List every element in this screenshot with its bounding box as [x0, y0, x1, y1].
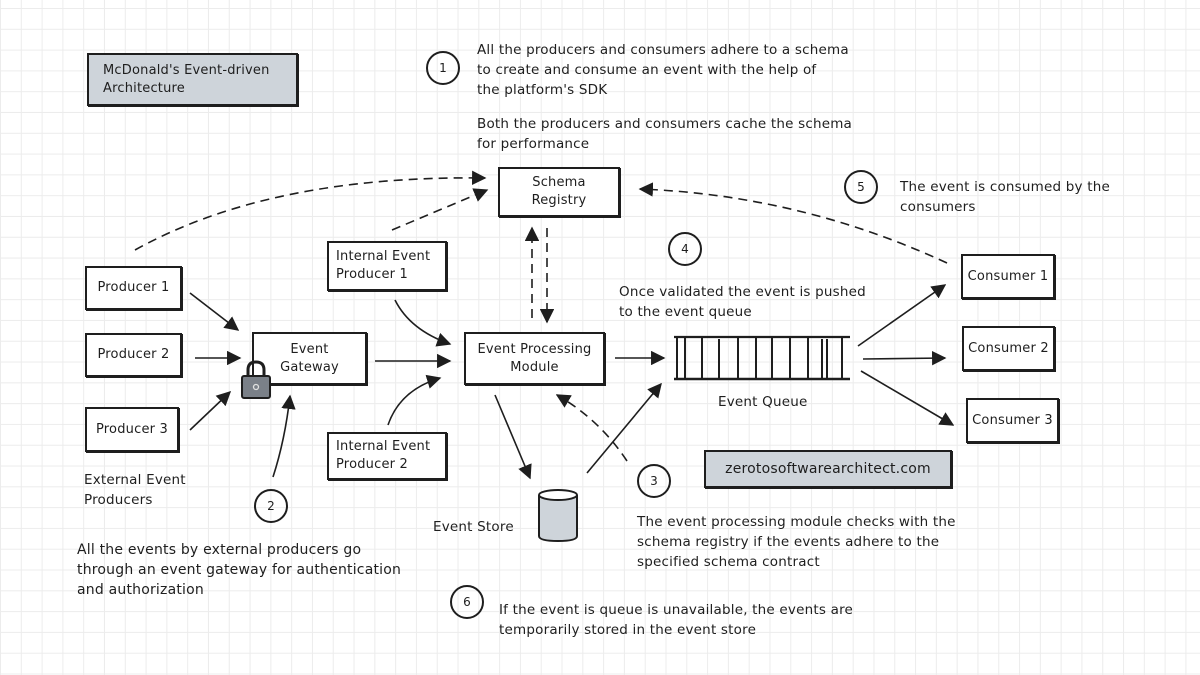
internal-producer-2-label: Internal Event Producer 2 — [336, 439, 431, 472]
consumer-1-label: Consumer 1 — [967, 268, 1049, 284]
schema-registry-label: Schema Registry — [531, 175, 587, 208]
event-gateway-label: Event Gateway — [280, 341, 339, 375]
title-text: McDonald's Event-driven Architecture — [103, 62, 270, 96]
step-4-text: Once validated the event is pushed to th… — [619, 284, 866, 320]
step-6-number: 6 — [463, 595, 471, 609]
producer-3-node[interactable]: Producer 3 — [85, 407, 179, 452]
arrow-producer1-to-gateway — [189, 292, 240, 331]
arrow-processing-to-store — [494, 394, 532, 480]
event-processing-module-label: Event Processing Module — [477, 341, 592, 375]
consumer-3-node[interactable]: Consumer 3 — [966, 398, 1059, 443]
consumer-1-node[interactable]: Consumer 1 — [961, 254, 1055, 299]
arrow-store-to-queue — [586, 382, 662, 474]
consumer-2-node[interactable]: Consumer 2 — [962, 326, 1055, 371]
step-6-badge: 6 — [450, 585, 484, 619]
producer-2-label: Producer 2 — [97, 347, 170, 362]
step-3-text: The event processing module checks with … — [637, 514, 956, 570]
schema-registry-node[interactable]: Schema Registry — [498, 167, 620, 217]
step-2-text: All the events by external producers go … — [77, 542, 402, 598]
step-3-number: 3 — [650, 474, 658, 488]
producer-3-label: Producer 3 — [95, 421, 168, 437]
arrow-note2-to-gateway — [272, 394, 296, 478]
step-4-badge: 4 — [668, 232, 702, 266]
producer-1-label: Producer 1 — [97, 280, 170, 295]
step-5-text: The event is consumed by the consumers — [900, 179, 1110, 215]
arrow-internal2-to-processing — [387, 374, 442, 426]
padlock-icon — [241, 360, 271, 399]
arrow-note3-to-processing — [555, 394, 628, 462]
producer-1-node[interactable]: Producer 1 — [85, 266, 182, 310]
arrow-queue-to-consumer3 — [860, 370, 955, 426]
internal-producer-1-label: Internal Event Producer 1 — [336, 249, 431, 282]
event-queue-label: Event Queue — [718, 394, 808, 410]
external-producers-label: External Event Producers — [84, 472, 186, 508]
step-2-badge: 2 — [254, 489, 288, 523]
arrow-internal1-to-processing — [394, 299, 452, 347]
step-6-text: If the event is queue is unavailable, th… — [499, 602, 854, 638]
step-5-number: 5 — [857, 180, 865, 194]
producer-2-node[interactable]: Producer 2 — [85, 333, 182, 377]
step-5-badge: 5 — [844, 170, 878, 204]
arrow-queue-to-consumer2 — [862, 350, 947, 366]
database-cylinder-icon[interactable] — [537, 488, 579, 544]
step-1-note: Both the producers and consumers cache t… — [477, 116, 853, 152]
diagram-title: McDonald's Event-driven Architecture — [87, 53, 298, 106]
event-processing-module-node[interactable]: Event Processing Module — [464, 332, 605, 385]
arrow-internal1-to-schema — [391, 188, 489, 231]
website-text: zerotosoftwarearchitect.com — [725, 461, 931, 477]
internal-producer-1-node[interactable]: Internal Event Producer 1 — [327, 241, 447, 291]
internal-producer-2-node[interactable]: Internal Event Producer 2 — [327, 432, 447, 480]
consumer-2-label: Consumer 2 — [968, 340, 1049, 356]
arrow-queue-to-consumer1 — [857, 284, 947, 347]
arrow-producers-to-schema — [134, 170, 487, 251]
step-2-number: 2 — [267, 499, 275, 513]
consumer-3-label: Consumer 3 — [972, 412, 1053, 428]
arrow-producer3-to-gateway — [189, 391, 232, 431]
queue-icon[interactable] — [672, 333, 852, 383]
step-1-badge: 1 — [426, 51, 460, 85]
website-badge: zerotosoftwarearchitect.com — [704, 450, 952, 488]
step-1-text: All the producers and consumers adhere t… — [477, 42, 849, 98]
step-1-number: 1 — [439, 61, 447, 75]
step-3-badge: 3 — [637, 464, 671, 498]
step-4-number: 4 — [681, 242, 689, 256]
event-store-label: Event Store — [433, 519, 514, 535]
